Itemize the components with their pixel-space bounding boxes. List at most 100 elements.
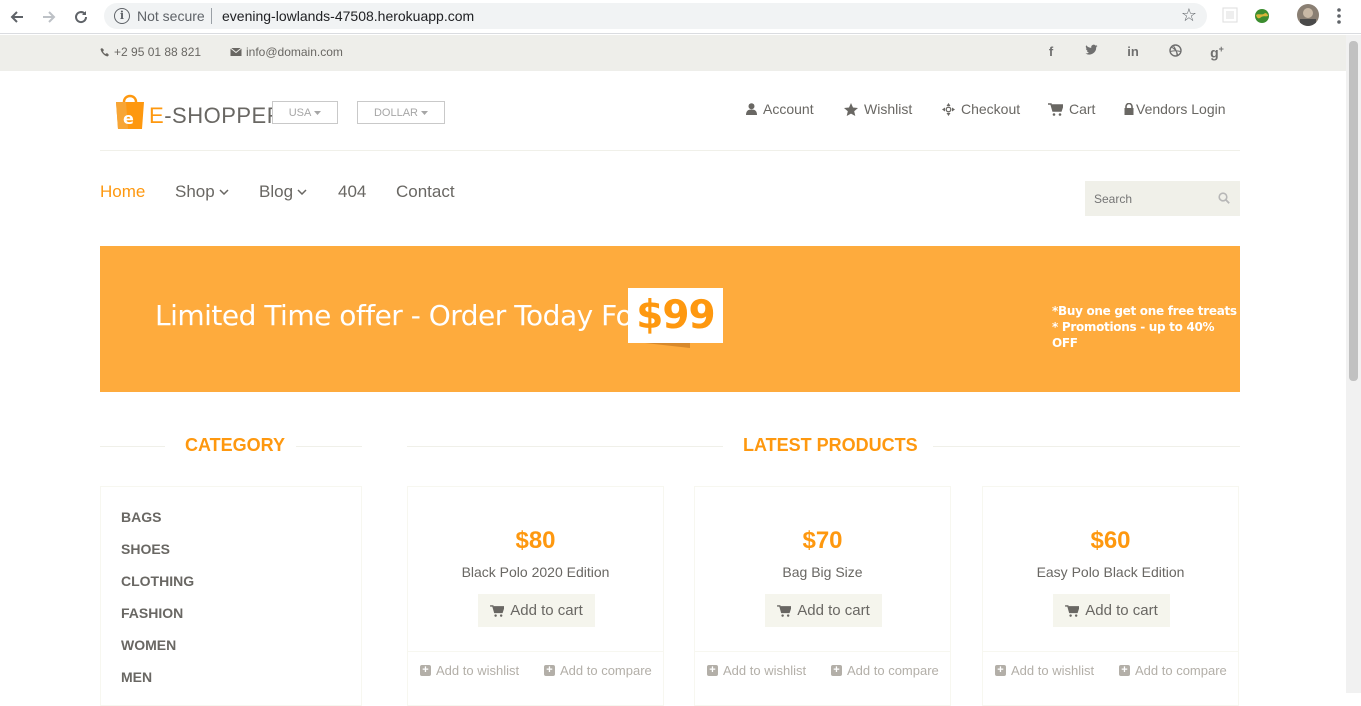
address-bar[interactable]: i Not secure evening-lowlands-47508.hero… — [104, 3, 1207, 29]
product-divider — [408, 651, 663, 652]
add-to-wishlist-link[interactable]: + Add to wishlist — [420, 663, 519, 678]
shopping-bag-logo-icon: e — [113, 92, 147, 130]
dribbble-icon[interactable] — [1165, 44, 1185, 60]
add-to-compare-link[interactable]: + Add to compare — [1119, 663, 1227, 678]
add-to-wishlist-link[interactable]: + Add to wishlist — [995, 663, 1094, 678]
product-divider — [983, 651, 1238, 652]
product-price: $60 — [1090, 527, 1131, 554]
globe-icon — [1255, 9, 1269, 23]
product-card: $80 Black Polo 2020 Edition Add to cart … — [407, 486, 664, 706]
menu-shop-label: Shop — [175, 182, 215, 201]
logo-text-rest: -SHOPPER — [164, 103, 284, 128]
currency-dropdown[interactable]: DOLLAR — [357, 101, 445, 124]
browser-menu-button[interactable] — [1331, 6, 1347, 26]
add-to-compare-link[interactable]: + Add to compare — [544, 663, 652, 678]
price-tag-shadow — [645, 343, 690, 348]
url-text[interactable]: evening-lowlands-47508.herokuapp.com — [222, 8, 474, 24]
category-item-women[interactable]: WOMEN — [121, 637, 176, 653]
site-logo[interactable]: e E-SHOPPER — [113, 92, 283, 130]
product-name[interactable]: Black Polo 2020 Edition — [408, 564, 663, 580]
caret-down-icon — [314, 110, 322, 115]
reload-icon — [75, 11, 88, 24]
menu-blog[interactable]: Blog — [259, 182, 307, 202]
cart-link[interactable]: Cart — [1048, 101, 1095, 117]
add-to-cart-label: Add to cart — [797, 602, 870, 619]
reload-button[interactable] — [70, 6, 92, 28]
category-item-bags[interactable]: BAGS — [121, 509, 161, 525]
phone-icon — [100, 48, 109, 57]
back-button[interactable] — [6, 6, 28, 28]
product-divider — [695, 651, 950, 652]
plus-square-icon: + — [1119, 665, 1130, 676]
banner-note-1: *Buy one get one free treats — [1052, 304, 1237, 318]
add-to-cart-label: Add to cart — [510, 602, 583, 619]
email-address: info@domain.com — [246, 45, 343, 59]
banner-notes: *Buy one get one free treats * Promotion… — [1052, 303, 1240, 351]
search-icon[interactable] — [1218, 192, 1230, 204]
menu-home[interactable]: Home — [100, 182, 145, 202]
country-value: USA — [288, 106, 312, 119]
dribbble-ball-icon — [1168, 44, 1182, 57]
account-link[interactable]: Account — [746, 101, 814, 117]
add-to-wishlist-label: Add to wishlist — [723, 663, 807, 678]
product-price: $80 — [515, 527, 556, 554]
crosshairs-icon — [942, 102, 955, 116]
user-icon — [746, 103, 757, 115]
add-to-wishlist-label: Add to wishlist — [436, 663, 520, 678]
product-name[interactable]: Bag Big Size — [695, 564, 950, 580]
add-to-compare-label: Add to compare — [847, 663, 939, 678]
menu-blog-label: Blog — [259, 182, 294, 201]
info-icon[interactable]: i — [114, 8, 130, 24]
bookmark-star-icon[interactable]: ☆ — [1181, 5, 1197, 26]
country-dropdown[interactable]: USA — [272, 101, 338, 124]
svg-text:e: e — [123, 109, 134, 128]
banner-note-2: * Promotions - up to 40% OFF — [1052, 320, 1215, 350]
add-to-wishlist-link[interactable]: + Add to wishlist — [707, 663, 806, 678]
add-to-cart-button[interactable]: Add to cart — [478, 594, 595, 627]
scrollbar-thumb[interactable] — [1349, 41, 1358, 381]
category-title-line-right — [296, 446, 362, 447]
wishlist-label: Wishlist — [864, 101, 913, 117]
product-card: $70 Bag Big Size Add to cart + Add to wi… — [694, 486, 951, 706]
lock-icon — [1124, 103, 1134, 115]
category-item-fashion[interactable]: FASHION — [121, 605, 183, 621]
add-to-cart-button[interactable]: Add to cart — [1053, 594, 1170, 627]
menu-404[interactable]: 404 — [338, 182, 366, 202]
checkout-link[interactable]: Checkout — [942, 101, 1020, 117]
globe-extension-icon[interactable] — [1252, 6, 1272, 26]
vendors-login-link[interactable]: Vendors Login — [1124, 101, 1226, 117]
menu-contact[interactable]: Contact — [396, 182, 455, 202]
logo-text-e: E — [149, 103, 165, 128]
email-contact: info@domain.com — [230, 45, 343, 59]
forward-button[interactable] — [38, 6, 60, 28]
category-item-shoes[interactable]: SHOES — [121, 541, 170, 557]
google-plus-icon[interactable]: g+ — [1207, 44, 1227, 61]
phone-contact: +2 95 01 88 821 — [100, 45, 201, 59]
products-title-line-left — [407, 446, 723, 447]
add-to-compare-link[interactable]: + Add to compare — [831, 663, 939, 678]
category-item-men[interactable]: MEN — [121, 669, 152, 685]
plus-square-icon: + — [995, 665, 1006, 676]
checkout-label: Checkout — [961, 101, 1021, 117]
cart-icon — [777, 604, 792, 617]
product-card: $60 Easy Polo Black Edition Add to cart … — [982, 486, 1239, 706]
search-input[interactable] — [1085, 181, 1210, 216]
wishlist-link[interactable]: Wishlist — [844, 101, 912, 117]
search-box — [1085, 181, 1240, 216]
linkedin-icon[interactable]: in — [1123, 44, 1143, 59]
profile-avatar[interactable] — [1297, 4, 1319, 26]
product-name[interactable]: Easy Polo Black Edition — [983, 564, 1238, 580]
omnibox-separator — [211, 8, 212, 24]
kebab-menu-icon — [1337, 8, 1341, 24]
menu-contact-label: Contact — [396, 182, 455, 201]
add-to-cart-button[interactable]: Add to cart — [765, 594, 882, 627]
extension-icon[interactable] — [1221, 6, 1241, 26]
facebook-icon[interactable]: f — [1041, 44, 1061, 59]
product-price: $70 — [802, 527, 843, 554]
page-scrollbar[interactable] — [1346, 35, 1361, 693]
twitter-icon[interactable] — [1081, 44, 1101, 59]
menu-shop[interactable]: Shop — [175, 182, 229, 202]
category-item-clothing[interactable]: CLOTHING — [121, 573, 194, 589]
envelope-icon — [230, 47, 242, 56]
promo-banner[interactable]: Limited Time offer - Order Today For $99… — [100, 246, 1240, 392]
